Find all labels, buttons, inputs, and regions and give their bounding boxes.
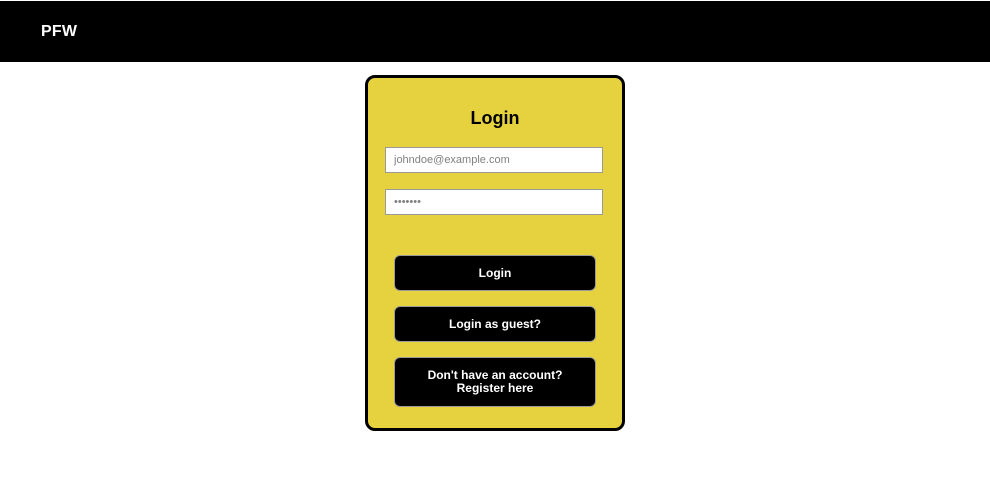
register-button[interactable]: Don't have an account? Register here	[394, 357, 596, 407]
login-button-label: Login	[478, 265, 512, 280]
register-button-label: Don't have an account? Register here	[427, 368, 563, 395]
login-title: Login	[470, 108, 520, 128]
login-as-guest-button-label: Login as guest?	[448, 316, 541, 331]
password-input[interactable]	[385, 189, 603, 215]
email-input[interactable]	[385, 147, 603, 173]
login-card: Login Login Login as guest? Don't have a…	[365, 75, 625, 431]
brand-logo[interactable]: PFW	[41, 22, 77, 42]
top-navbar: PFW	[0, 1, 990, 62]
login-button[interactable]: Login	[394, 255, 596, 291]
login-as-guest-button[interactable]: Login as guest?	[394, 306, 596, 342]
